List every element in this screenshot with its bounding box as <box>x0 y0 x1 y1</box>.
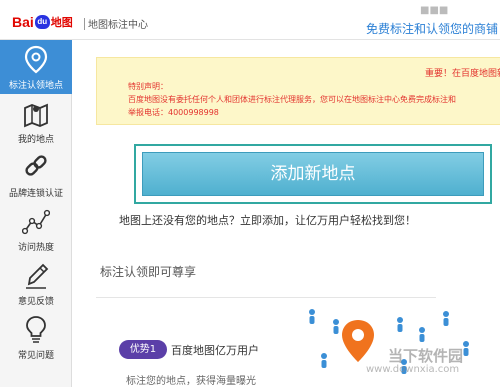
logo-separator <box>84 18 85 30</box>
chain-link-icon <box>25 155 47 176</box>
top-header: Bai du 地图 地图标注中心 ■■■ 免费标注和认领您的商铺 <box>0 0 500 40</box>
sidebar-item-label: 访问热度 <box>17 243 54 253</box>
header-slogan: 免费标注和认领您的商铺 <box>366 22 499 36</box>
section-divider <box>96 297 436 298</box>
notice-important-text: 重要！在百度地图新 <box>425 69 500 79</box>
advantage-title: 百度地图亿万用户 <box>171 344 259 357</box>
add-location-tip: 地图上还没有您的地点？立即添加，让亿万用户轻松找到您！ <box>119 214 416 227</box>
sidebar-item-label: 品牌连锁认证 <box>8 189 63 199</box>
special-notice-box: 重要！在百度地图新 特别声明： 百度地图没有委托任何个人和团体进行标注代理服务，… <box>96 57 500 125</box>
notice-body: 百度地图没有委托任何个人和团体进行标注代理服务，您可以在地图标注中心免费完成标注… <box>128 95 456 104</box>
sidebar-item-brand-certification[interactable]: 品牌连锁认证 <box>0 148 72 202</box>
sidebar-item-label: 常见问题 <box>17 351 54 361</box>
sidebar-item-visit-heat[interactable]: 访问热度 <box>0 202 72 256</box>
sidebar-item-feedback[interactable]: 意见反馈 <box>0 256 72 310</box>
sidebar-item-label: 我的地点 <box>17 135 54 145</box>
watermark-text: 当下软件园 <box>388 347 464 365</box>
sidebar-item-claim-location[interactable]: 标注认领地点 <box>0 40 72 94</box>
advantage-description: 标注您的地点，获得海量曝光 <box>126 376 256 387</box>
map-icon <box>24 103 48 128</box>
sidebar-item-label: 标注认领地点 <box>8 81 63 91</box>
notice-title: 特别声明： <box>128 82 168 91</box>
advantage-badge: 优势1 <box>119 340 167 359</box>
orange-location-pin-icon <box>342 320 374 362</box>
logo-paw-text: du <box>34 15 50 29</box>
baidu-map-logo[interactable]: Bai du 地图 <box>12 14 73 30</box>
sidebar: 标注认领地点 我的地点 品牌连锁认证 访问热度 意见反馈 常见问题 <box>0 40 72 387</box>
trend-chart-icon <box>22 209 50 235</box>
notice-report-phone: 举报电话：4000998998 <box>128 108 219 117</box>
lightbulb-icon <box>26 316 46 343</box>
watermark-url: www.downxia.com <box>366 364 460 375</box>
header-title: 地图标注中心 <box>88 20 148 31</box>
logo-ditu-text: 地图 <box>50 17 73 29</box>
sidebar-item-faq[interactable]: 常见问题 <box>0 310 72 364</box>
sidebar-item-my-locations[interactable]: 我的地点 <box>0 94 72 148</box>
logo-bai-text: Bai <box>12 14 34 30</box>
location-pin-icon <box>24 45 48 74</box>
header-faded-text: ■■■ <box>420 5 449 16</box>
section-title: 标注认领即可尊享 <box>100 265 197 279</box>
add-new-location-button[interactable]: 添加新地点 <box>142 152 484 196</box>
sidebar-item-label: 意见反馈 <box>17 297 54 307</box>
pencil-icon <box>26 263 49 289</box>
